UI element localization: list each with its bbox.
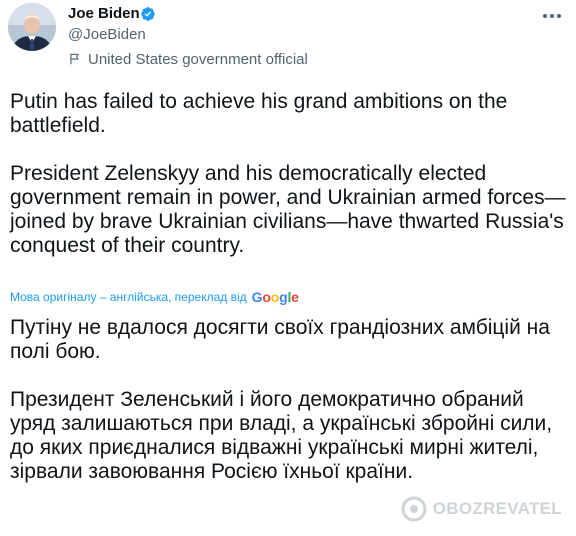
government-flag-icon <box>70 53 79 65</box>
verified-badge-icon <box>141 7 155 21</box>
tweet-text: Putin has failed to achieve his grand am… <box>10 90 566 258</box>
watermark-logo-icon <box>401 496 427 522</box>
avatar-image <box>8 3 56 51</box>
translation-note-text[interactable]: Мова оригіналу – англійська, переклад ві… <box>10 290 247 304</box>
translated-paragraph: Путіну не вдалося досягти своїх грандіоз… <box>10 316 550 363</box>
translated-text: Путіну не вдалося досягти своїх грандіоз… <box>10 316 570 484</box>
google-logo: Google <box>251 289 299 305</box>
translated-paragraph: Президент Зеленський і його демократично… <box>10 388 553 483</box>
user-handle[interactable]: @JoeBiden <box>68 25 146 45</box>
translation-note[interactable]: Мова оригіналу – англійська, переклад ві… <box>10 288 299 306</box>
government-label: United States government official <box>68 49 308 69</box>
tweet-paragraph: President Zelenskyy and his democratical… <box>10 162 566 257</box>
watermark-text: OBOZREVATEL <box>432 499 562 518</box>
more-options-icon[interactable] <box>540 4 564 28</box>
government-label-text: United States government official <box>88 50 308 68</box>
display-name[interactable]: Joe Biden <box>68 4 140 24</box>
watermark: OBOZREVATEL <box>401 496 562 522</box>
tweet-paragraph: Putin has failed to achieve his grand am… <box>10 90 508 137</box>
avatar[interactable] <box>8 3 56 51</box>
